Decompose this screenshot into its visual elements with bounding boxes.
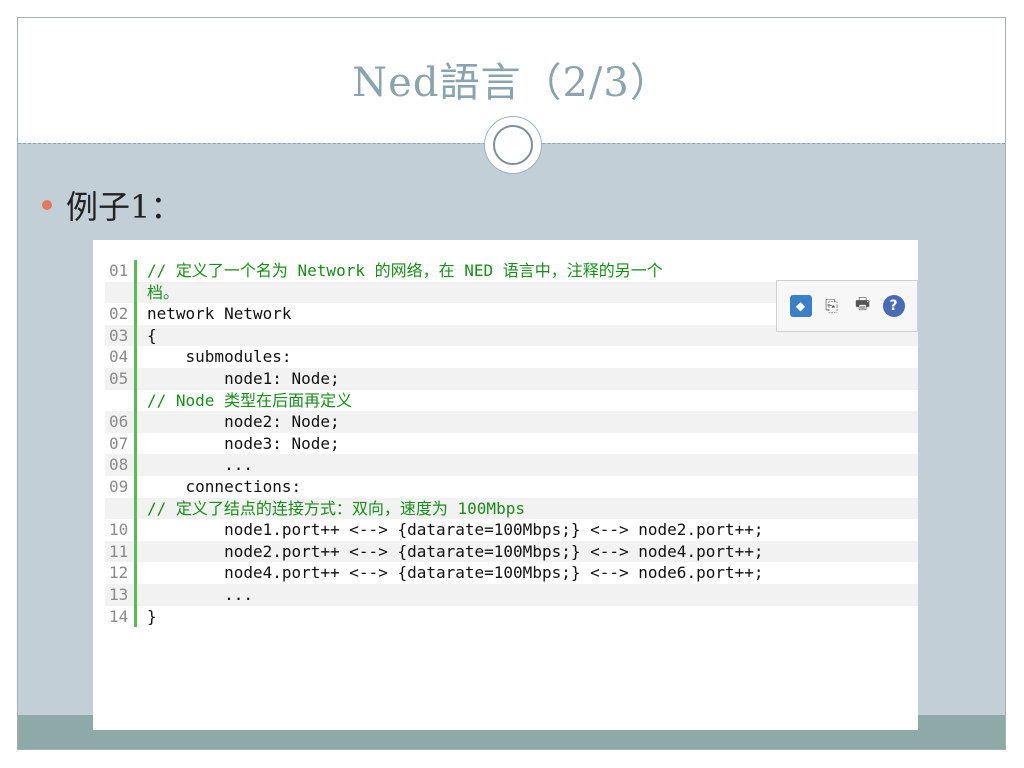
slide: Ned語言（2/3） 例子1： 01 // 定义了一个名为 Network 的网络… [17, 17, 1006, 750]
code-line: // 定义了结点的连接方式：双向，速度为 100Mbps [105, 497, 918, 520]
slide-title: Ned語言（2/3） [352, 60, 671, 106]
view-source-icon[interactable]: ◆ [789, 295, 812, 317]
code-line: 14} [105, 605, 918, 628]
line-number: 04 [105, 346, 137, 368]
code-line: // Node 类型在后面再定义 [105, 389, 918, 412]
copy-icon[interactable]: ⎘ [821, 295, 843, 317]
print-icon[interactable]: 🖶 [852, 294, 874, 317]
code-line: 12 node4.port++ <--> {datarate=100Mbps;}… [105, 562, 918, 584]
code-panel: 01 // 定义了一个名为 Network 的网络，在 NED 语言中，注释的另一… [93, 240, 918, 730]
code-text: connections: [147, 476, 302, 496]
code-line: 01 // 定义了一个名为 Network 的网络，在 NED 语言中，注释的另一… [105, 260, 918, 282]
bullet-text: 例子1： [66, 188, 183, 226]
title-divider-circle-icon [484, 116, 542, 174]
code-text: ... [147, 455, 253, 475]
code-text: node3: Node; [147, 433, 340, 453]
line-number [105, 281, 137, 304]
line-number: 07 [105, 432, 137, 455]
code-text: network Network [147, 304, 292, 324]
code-line: 13 ... [105, 583, 918, 606]
line-number: 06 [105, 411, 137, 433]
code-line: 08 ... [105, 454, 918, 476]
line-number: 11 [105, 540, 137, 563]
code-text: node4.port++ <--> {datarate=100Mbps;} <-… [147, 563, 764, 583]
line-number: 10 [105, 519, 137, 541]
code-text: { [147, 325, 157, 345]
line-number: 02 [105, 303, 137, 325]
code-text: node1: Node; [147, 368, 340, 388]
code-comment: 档。 [147, 282, 180, 302]
code-comment: // Node 类型在后面再定义 [147, 390, 353, 410]
line-number: 03 [105, 324, 137, 347]
code-text: submodules: [147, 347, 292, 367]
code-text: node1.port++ <--> {datarate=100Mbps;} <-… [147, 520, 764, 540]
code-line: 10 node1.port++ <--> {datarate=100Mbps;}… [105, 519, 918, 541]
help-icon[interactable]: ? [882, 295, 905, 317]
code-comment: // 定义了一个名为 Network 的网络，在 NED 语言中，注释的另一个 [147, 261, 663, 280]
line-number: 08 [105, 454, 137, 476]
code-line: 09 connections: [105, 475, 918, 498]
line-number: 09 [105, 475, 137, 498]
code-line: 11 node2.port++ <--> {datarate=100Mbps;}… [105, 540, 918, 563]
line-number: 14 [105, 605, 137, 628]
code-comment: // 定义了结点的连接方式：双向，速度为 100Mbps [147, 498, 525, 518]
code-text: node2: Node; [147, 412, 340, 432]
code-line: 07 node3: Node; [105, 432, 918, 455]
line-number: 13 [105, 583, 137, 606]
line-number [105, 497, 137, 520]
bullet-item: 例子1： [42, 183, 182, 227]
line-number: 01 [105, 260, 137, 282]
line-number: 05 [105, 367, 137, 390]
code-text: node2.port++ <--> {datarate=100Mbps;} <-… [147, 541, 764, 561]
code-text: ... [147, 584, 253, 604]
inner-circle [493, 125, 533, 165]
code-line: 06 node2: Node; [105, 411, 918, 433]
bullet-dot-icon [42, 200, 52, 210]
code-line: 04 submodules: [105, 346, 918, 368]
code-toolbar: ◆ ⎘ 🖶 ? [776, 280, 918, 332]
line-number: 12 [105, 562, 137, 584]
code-text: } [147, 606, 157, 626]
code-line: 05 node1: Node; [105, 367, 918, 390]
line-number [105, 389, 137, 412]
